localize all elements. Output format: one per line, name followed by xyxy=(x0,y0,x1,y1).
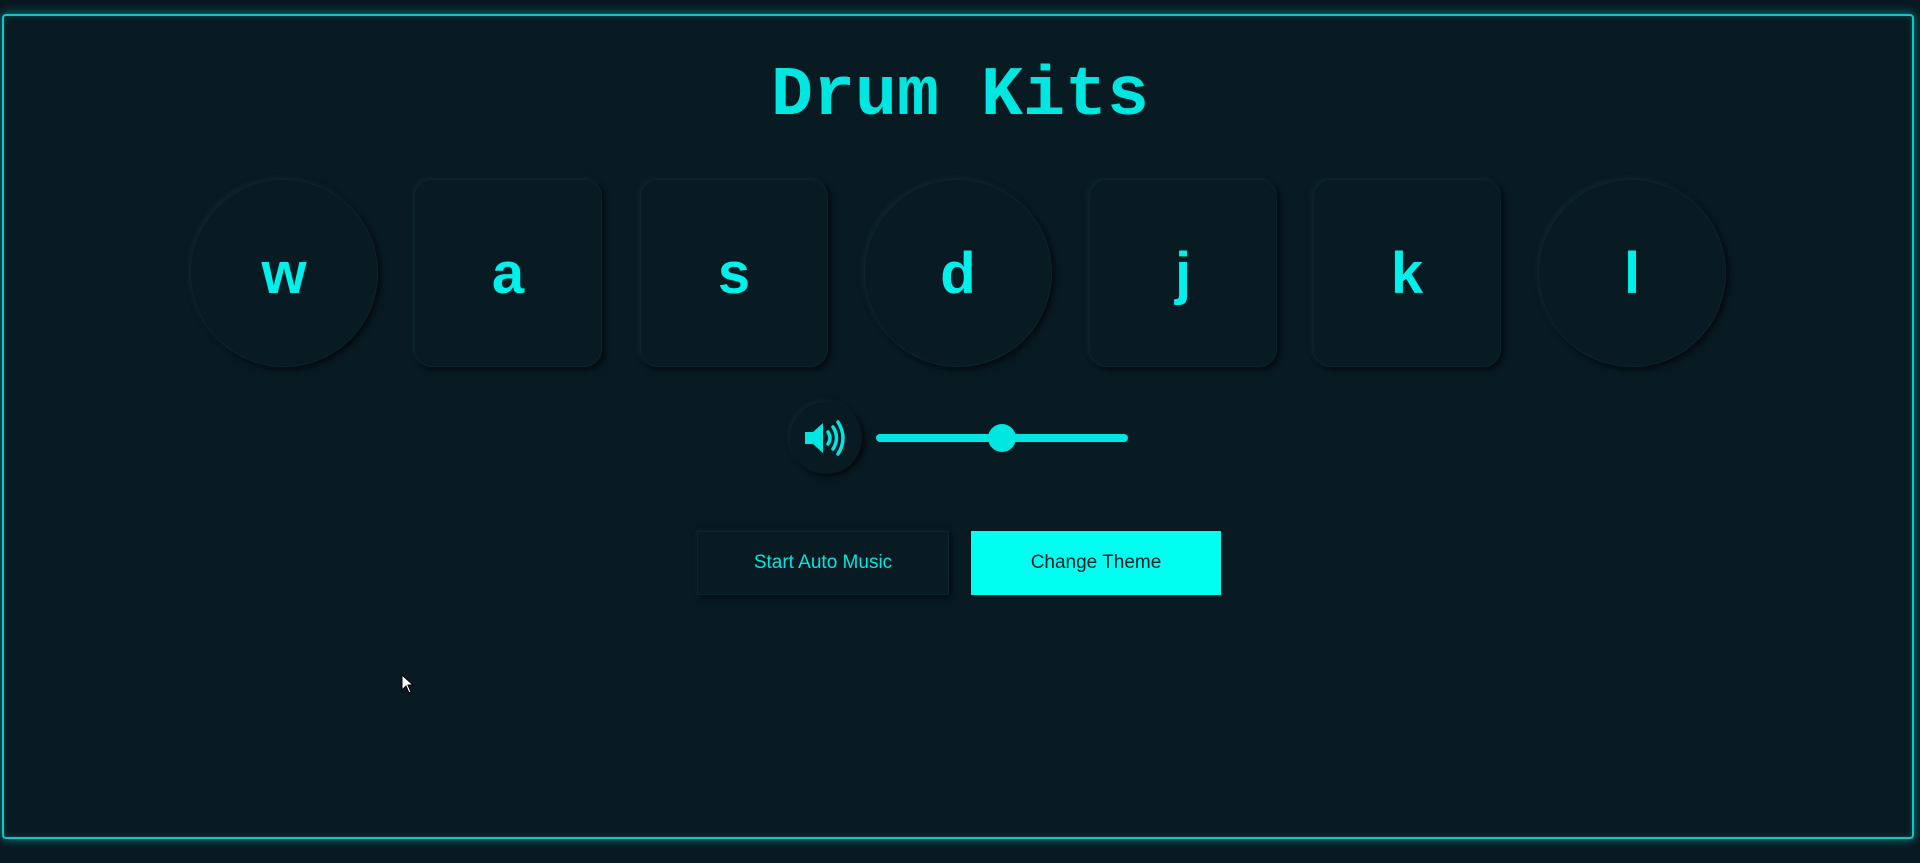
drum-pads: w a s d j k l xyxy=(0,179,1920,367)
page-title: Drum Kits xyxy=(770,57,1150,136)
volume-slider-thumb[interactable] xyxy=(988,424,1016,452)
drum-pad-a[interactable]: a xyxy=(414,179,602,367)
drum-pad-l[interactable]: l xyxy=(1538,179,1726,367)
speaker-volume-icon xyxy=(805,420,845,456)
mouse-cursor-icon xyxy=(401,674,415,694)
drum-pad-d[interactable]: d xyxy=(864,179,1052,367)
change-theme-button[interactable]: Change Theme xyxy=(971,531,1221,595)
volume-control xyxy=(790,402,1130,474)
drum-pad-j[interactable]: j xyxy=(1089,179,1277,367)
drum-pad-w[interactable]: w xyxy=(190,179,378,367)
drum-pad-s[interactable]: s xyxy=(640,179,828,367)
mute-button[interactable] xyxy=(790,402,862,474)
drum-pad-k[interactable]: k xyxy=(1313,179,1501,367)
volume-slider[interactable] xyxy=(876,424,1128,452)
start-auto-music-button[interactable]: Start Auto Music xyxy=(697,531,949,595)
control-buttons: Start Auto Music Change Theme xyxy=(0,531,1920,595)
